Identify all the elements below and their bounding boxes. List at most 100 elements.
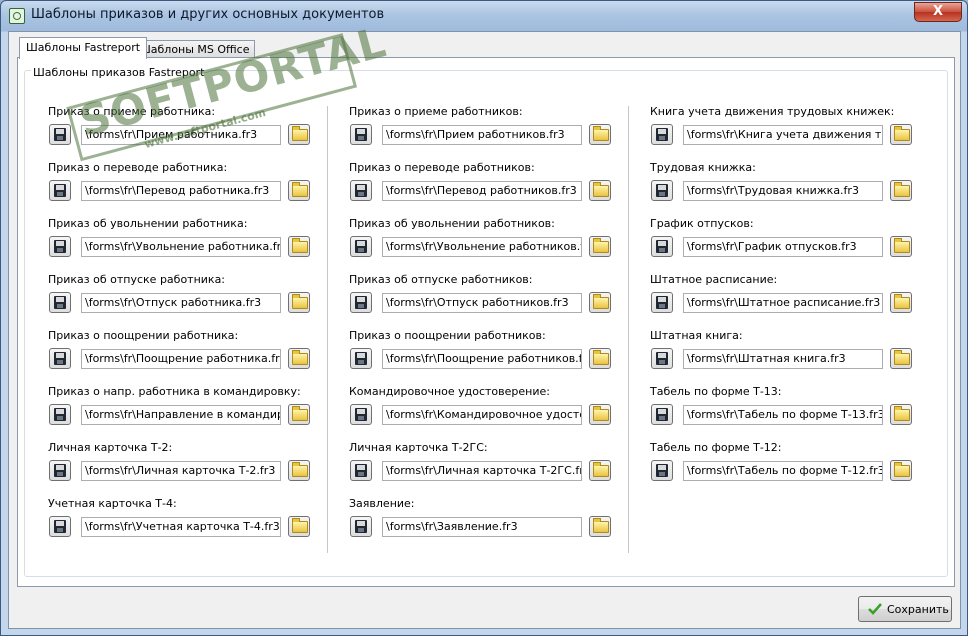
save-template-button[interactable] [651,124,673,145]
browse-template-button[interactable] [890,236,912,257]
save-template-button[interactable] [49,292,71,313]
template-path-input[interactable]: \forms\fr\Личная карточка Т-2.fr3 [81,461,281,481]
title-bar[interactable]: Шаблоны приказов и других основных докум… [1,1,967,30]
save-template-button[interactable] [49,460,71,481]
folder-open-icon [894,406,910,421]
browse-template-button[interactable] [589,348,611,369]
save-template-button[interactable] [49,180,71,201]
folder-open-icon [894,126,910,141]
browse-template-button[interactable] [589,516,611,537]
tab-fastreport[interactable]: Шаблоны Fastreport [19,37,148,59]
folder-open-icon [894,462,910,477]
browse-template-button[interactable] [589,292,611,313]
template-path-input[interactable]: \forms\fr\Увольнение работника.fr3 [81,237,281,257]
template-path-input[interactable]: \forms\fr\Командировочное удостовер [382,405,582,425]
floppy-disk-icon [54,520,66,533]
template-path-input[interactable]: \forms\fr\Перевод работников.fr3 [382,181,582,201]
browse-template-button[interactable] [890,404,912,425]
template-path-input[interactable]: \forms\fr\Книга учета движения трудо [683,125,883,145]
client-area: Шаблоны MS Office Шаблоны Fastreport Шаб… [8,17,961,629]
template-path-input[interactable]: \forms\fr\Поощрение работников.fr3 [382,349,582,369]
folder-open-icon [593,350,609,365]
save-button[interactable]: Сохранить [858,596,952,622]
browse-template-button[interactable] [288,348,310,369]
save-template-button[interactable] [350,404,372,425]
template-path-input[interactable]: \forms\fr\Перевод работника.fr3 [81,181,281,201]
template-path-input[interactable]: \forms\fr\Личная карточка Т-2ГС.fr3 [382,461,582,481]
browse-template-button[interactable] [890,124,912,145]
browse-template-button[interactable] [288,292,310,313]
browse-template-button[interactable] [890,348,912,369]
floppy-disk-icon [355,296,367,309]
template-path-input[interactable]: \forms\fr\Направление в командировку [81,405,281,425]
save-template-button[interactable] [651,460,673,481]
save-template-button[interactable] [350,124,372,145]
template-path-input[interactable]: \forms\fr\График отпусков.fr3 [683,237,883,257]
folder-open-icon [593,182,609,197]
template-path-input[interactable]: \forms\fr\Учетная карточка Т-4.fr3 [81,517,281,537]
template-label: Табель по форме Т-12: [650,441,782,454]
floppy-disk-icon [656,464,668,477]
browse-template-button[interactable] [589,236,611,257]
save-template-button[interactable] [651,236,673,257]
browse-template-button[interactable] [589,460,611,481]
browse-template-button[interactable] [890,292,912,313]
browse-template-button[interactable] [890,460,912,481]
tab-ms-office[interactable]: Шаблоны MS Office [134,40,255,58]
folder-open-icon [894,238,910,253]
browse-template-button[interactable] [589,404,611,425]
floppy-disk-icon [656,296,668,309]
browse-template-button[interactable] [288,180,310,201]
app-icon [9,8,25,24]
browse-template-button[interactable] [288,124,310,145]
browse-template-button[interactable] [589,124,611,145]
template-path-input[interactable]: \forms\fr\Табель по форме Т-13.fr3 [683,405,883,425]
browse-template-button[interactable] [288,404,310,425]
save-template-button[interactable] [651,180,673,201]
browse-template-button[interactable] [288,516,310,537]
template-path-input[interactable]: \forms\fr\Штатная книга.fr3 [683,349,883,369]
save-template-button[interactable] [350,180,372,201]
save-template-button[interactable] [651,404,673,425]
save-template-button[interactable] [350,292,372,313]
browse-template-button[interactable] [589,180,611,201]
template-label: Личная карточка Т-2ГС: [349,441,488,454]
browse-template-button[interactable] [288,460,310,481]
template-path-input[interactable]: \forms\fr\Отпуск работника.fr3 [81,293,281,313]
save-template-button[interactable] [350,460,372,481]
template-path-input[interactable]: \forms\fr\Поощрение работника.fr3 [81,349,281,369]
template-label: Трудовая книжка: [650,161,756,174]
template-path-input[interactable]: \forms\fr\Табель по форме Т-12.fr3 [683,461,883,481]
template-path-input[interactable]: \forms\fr\Отпуск работников.fr3 [382,293,582,313]
group-label: Шаблоны приказов Fastreport [31,66,207,79]
save-template-button[interactable] [651,292,673,313]
save-template-button[interactable] [350,516,372,537]
browse-template-button[interactable] [890,180,912,201]
save-template-button[interactable] [49,516,71,537]
floppy-disk-icon [54,184,66,197]
browse-template-button[interactable] [288,236,310,257]
folder-open-icon [292,406,308,421]
close-button[interactable]: X [914,2,962,22]
save-template-button[interactable] [49,124,71,145]
save-template-button[interactable] [651,348,673,369]
save-template-button[interactable] [49,348,71,369]
save-template-button[interactable] [350,348,372,369]
floppy-disk-icon [656,408,668,421]
folder-open-icon [593,462,609,477]
template-path-input[interactable]: \forms\fr\Штатное расписание.fr3 [683,293,883,313]
template-path-input[interactable]: \forms\fr\Заявление.fr3 [382,517,582,537]
folder-open-icon [292,518,308,533]
template-label: Приказ о приеме работников: [349,105,523,118]
folder-open-icon [593,294,609,309]
save-template-button[interactable] [49,404,71,425]
save-template-button[interactable] [350,236,372,257]
save-template-button[interactable] [49,236,71,257]
floppy-disk-icon [355,408,367,421]
template-label: Приказ об увольнении работников: [349,217,555,230]
template-path-input[interactable]: \forms\fr\Прием работников.fr3 [382,125,582,145]
column-separator [327,106,329,553]
template-path-input[interactable]: \forms\fr\Увольнение работников.fr3 [382,237,582,257]
template-path-input[interactable]: \forms\fr\Трудовая книжка.fr3 [683,181,883,201]
template-path-input[interactable]: \forms\fr\Прием работника.fr3 [81,125,281,145]
